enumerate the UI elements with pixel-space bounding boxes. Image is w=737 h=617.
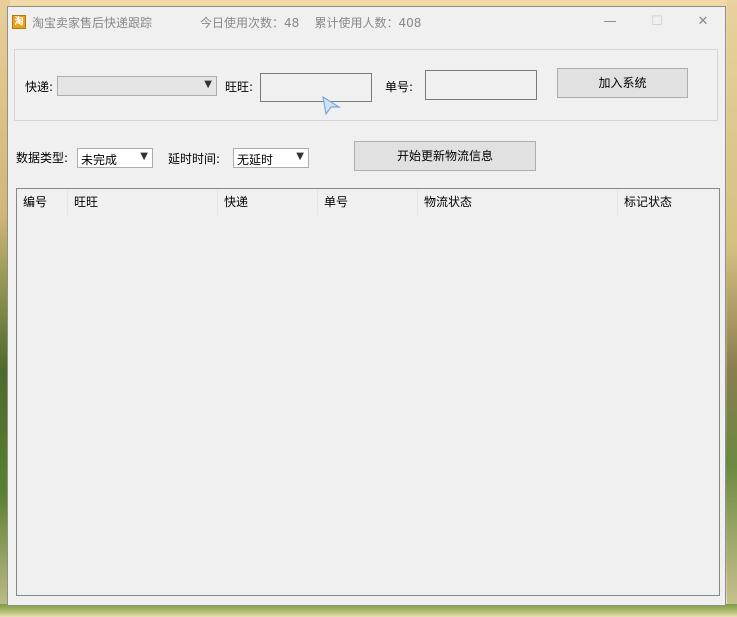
- close-icon: ✕: [697, 14, 709, 29]
- chevron-down-icon: ▼: [204, 79, 212, 90]
- delay-value: 无延时: [237, 153, 274, 167]
- table-header: 编号 旺旺 快递 单号 物流状态 标记状态: [17, 189, 719, 215]
- column-header-wangwang[interactable]: 旺旺: [68, 189, 218, 215]
- data-type-value: 未完成: [81, 153, 118, 167]
- chevron-down-icon: ▼: [296, 151, 304, 162]
- window-title: 淘宝卖家售后快递跟踪: [32, 16, 153, 30]
- delay-label: 延时时间:: [168, 152, 221, 166]
- add-to-system-button[interactable]: 加入系统: [557, 68, 688, 98]
- data-type-label: 数据类型:: [16, 151, 69, 165]
- minimize-button[interactable]: —: [587, 7, 633, 37]
- column-header-id[interactable]: 编号: [17, 189, 68, 215]
- courier-label: 快递:: [25, 80, 54, 94]
- start-update-button[interactable]: 开始更新物流信息: [354, 141, 536, 171]
- mouse-cursor-icon: [322, 95, 342, 116]
- maximize-icon: ☐: [651, 14, 663, 29]
- wangwang-input[interactable]: [260, 73, 372, 102]
- column-header-courier[interactable]: 快递: [218, 189, 318, 215]
- desktop-background-right: [727, 0, 737, 617]
- maximize-button[interactable]: ☐: [634, 7, 680, 37]
- main-window: 淘 淘宝卖家售后快递跟踪 今日使用次数：48 累计使用人数：408 — ☐ ✕ …: [7, 6, 726, 606]
- tracking-table[interactable]: 编号 旺旺 快递 单号 物流状态 标记状态: [16, 188, 720, 596]
- title-bar[interactable]: 淘 淘宝卖家售后快递跟踪 今日使用次数：48 累计使用人数：408 — ☐ ✕: [8, 7, 725, 37]
- column-header-order-number[interactable]: 单号: [318, 189, 418, 215]
- usage-stats: 今日使用次数：48 累计使用人数：408: [200, 16, 422, 30]
- wangwang-label: 旺旺:: [225, 80, 254, 94]
- order-number-input[interactable]: [425, 70, 537, 100]
- close-button[interactable]: ✕: [680, 7, 726, 37]
- column-header-logistics-status[interactable]: 物流状态: [418, 189, 618, 215]
- minimize-icon: —: [603, 14, 617, 29]
- add-entry-group: 快递: ▼ 旺旺: 单号: 加入系统: [14, 49, 718, 121]
- order-number-label: 单号:: [385, 80, 414, 94]
- delay-select[interactable]: 无延时 ▼: [233, 148, 309, 168]
- column-header-mark-status[interactable]: 标记状态: [618, 189, 719, 215]
- chevron-down-icon: ▼: [140, 151, 148, 162]
- data-type-select[interactable]: 未完成 ▼: [77, 148, 153, 168]
- taobao-app-icon: 淘: [12, 15, 26, 29]
- courier-select[interactable]: ▼: [57, 76, 217, 96]
